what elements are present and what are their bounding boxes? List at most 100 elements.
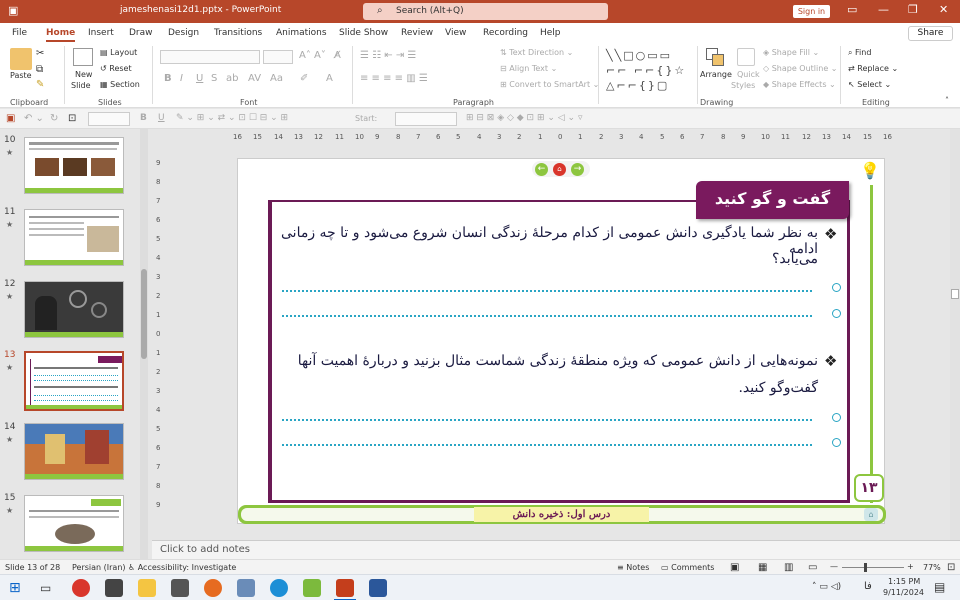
quick-styles-button[interactable]: Quick [737,70,760,79]
slide-thumbnail-14[interactable] [24,423,124,480]
task-view-icon[interactable]: ▭ [40,581,51,595]
new-slide-button-2[interactable]: Slide [71,81,91,90]
select-button[interactable]: ↖ Select ⌄ [848,80,891,89]
file-explorer-icon[interactable] [138,579,156,597]
char-spacing-icon[interactable]: AV [248,73,261,84]
language-indicator[interactable]: Persian (Iran) [72,563,126,572]
qat-more-icons[interactable]: ⊞ ⊟ ⊠ ◈ ◇ ◆ ⊡ ⊞ ⌄ ◁ ⌄ ▿ [466,113,582,123]
shadow-icon[interactable]: S [211,73,217,84]
align-icons[interactable]: ≡ ≡ ≡ ≡ ▥ ☰ [360,73,428,84]
highlight-icon[interactable]: ✐ [300,73,308,84]
strikethrough-icon[interactable]: ab [226,73,238,84]
forward-arrow-icon[interactable]: → [571,163,584,176]
zoom-in-icon[interactable]: + [907,562,914,571]
store-icon[interactable] [105,579,123,597]
autosave-icon[interactable]: ▣ [8,4,18,17]
paste-button[interactable]: Paste [10,71,32,80]
font-size-combo[interactable] [263,50,293,64]
calculator-icon[interactable] [171,579,189,597]
grow-font-icon[interactable]: A˄ A˅ [299,50,326,61]
vertical-scrollbar[interactable] [950,129,960,540]
replace-button[interactable]: ⇄ Replace ⌄ [848,64,898,73]
zoom-slider-thumb[interactable] [864,563,867,572]
qat-font-size-combo[interactable] [88,112,130,126]
back-arrow-icon[interactable]: ← [535,163,548,176]
footer-home-icon[interactable]: ⌂ [864,508,878,521]
zoom-slider[interactable] [842,567,904,568]
powerpoint-taskbar-icon[interactable] [336,579,354,597]
remote-desktop-icon[interactable] [237,579,255,597]
bold-icon[interactable]: B [164,73,172,84]
winrar-icon[interactable] [303,579,321,597]
tab-review[interactable]: Review [401,28,433,38]
present-icon[interactable]: ⊡ [68,113,76,124]
input-language[interactable]: فا [864,581,872,592]
tab-insert[interactable]: Insert [88,28,114,38]
new-slide-button[interactable]: New [75,70,92,79]
pinned-app-icon[interactable] [72,579,90,597]
copy-icon[interactable]: ⧉ [36,64,43,75]
tab-draw[interactable]: Draw [129,28,153,38]
qat-tools-icons[interactable]: ✎ ⌄ ⊞ ⌄ ⇄ ⌄ ⊡ ☐ ⊟ ⌄ ⊞ [176,113,288,123]
comments-button[interactable]: ▭ Comments [661,563,714,572]
slide-thumbnail-15[interactable] [24,495,124,552]
share-button[interactable]: Share [908,26,953,41]
clear-format-icon[interactable]: A̸ [334,50,341,61]
word-taskbar-icon[interactable] [369,579,387,597]
new-slide-icon[interactable] [73,48,93,66]
shapes-gallery[interactable]: ╲╲□○▭▭ ⌐⌐ ⌐⌐{}☆ △⌐⌐{}▢ [606,48,694,92]
slide-thumbnail-13[interactable] [24,351,124,411]
redo-icon[interactable]: ↻ [50,113,58,124]
tab-slideshow[interactable]: Slide Show [339,28,388,38]
undo-icon[interactable]: ↶ ⌄ [24,113,44,124]
accessibility-button[interactable]: ♿ Accessibility: Investigate [128,563,236,572]
tab-file[interactable]: File [12,28,27,38]
minimize-icon[interactable]: — [878,3,889,16]
paste-icon[interactable] [10,48,32,70]
reset-button[interactable]: ↺ Reset [100,64,132,73]
qat-start-combo[interactable] [395,112,457,126]
quick-styles-button-2[interactable]: Styles [731,81,755,90]
save-icon[interactable]: ▣ [6,113,15,124]
clock-date[interactable]: 9/11/2024 [883,588,924,597]
tab-transitions[interactable]: Transitions [214,28,262,38]
maximize-icon[interactable]: ❐ [908,3,918,16]
format-painter-icon[interactable]: ✎ [36,79,44,90]
text-direction-button[interactable]: ⇅ Text Direction ⌄ [500,48,573,57]
notes-pane[interactable]: Click to add notes [152,540,960,559]
bullets-icon[interactable]: ☰ ☷ ⇤ ⇥ ☰ [360,50,416,61]
qat-bold-icon[interactable]: B [140,113,147,123]
slide-sorter-icon[interactable]: ▦ [758,562,767,573]
zoom-out-icon[interactable]: — [830,562,838,571]
tray-icons[interactable]: ˄ ▭ ◁) [812,582,841,592]
shape-fill-button[interactable]: ◈ Shape Fill ⌄ [763,48,819,57]
tab-home[interactable]: Home [46,28,76,42]
font-family-combo[interactable] [160,50,260,64]
firefox-icon[interactable] [204,579,222,597]
cut-icon[interactable]: ✂ [36,48,44,59]
signin-button[interactable]: Sign in [793,5,830,18]
home-icon[interactable]: ⌂ [553,163,566,176]
notes-button[interactable]: ≡ Notes [617,563,649,572]
shape-outline-button[interactable]: ◇ Shape Outline ⌄ [763,64,838,73]
windows-start-icon[interactable]: ⊞ [9,580,21,596]
arrange-icon[interactable] [706,48,726,66]
italic-icon[interactable]: I [180,73,183,84]
font-color-icon[interactable]: A [326,73,333,84]
tab-recording[interactable]: Recording [483,28,528,38]
shape-effects-button[interactable]: ◆ Shape Effects ⌄ [763,80,836,89]
align-text-button[interactable]: ⊟ Align Text ⌄ [500,64,557,73]
slideshow-view-icon[interactable]: ▭ [808,562,817,573]
section-button[interactable]: ▦ Section [100,80,140,89]
search-box[interactable]: ⌕ Search (Alt+Q) [363,3,608,20]
tab-animations[interactable]: Animations [276,28,327,38]
quick-styles-icon[interactable] [737,48,755,66]
tab-view[interactable]: View [445,28,466,38]
underline-icon[interactable]: U [196,73,203,84]
close-icon[interactable]: ✕ [939,3,948,16]
notification-icon[interactable]: ▤ [934,580,945,594]
slide-thumbnail-11[interactable] [24,209,124,266]
normal-view-icon[interactable]: ▣ [730,562,739,573]
slide-canvas[interactable]: ← ⌂ → 💡 گفت و گو کنید ❖ به نظر شما یادگی… [237,158,886,524]
ribbon-display-icon[interactable]: ▭ [847,3,857,16]
